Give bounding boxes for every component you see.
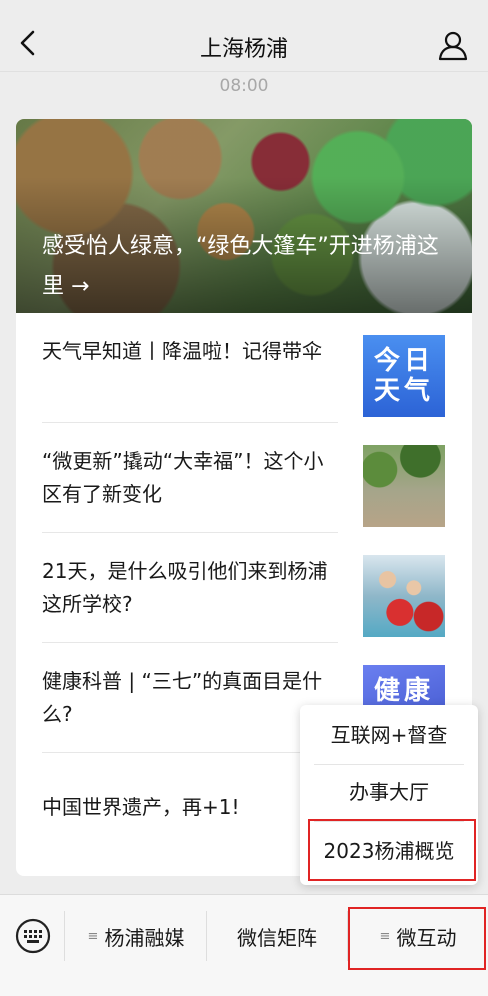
article-title: 天气早知道丨降温啦！记得带伞 <box>42 339 322 363</box>
article-item-weather[interactable]: 天气早知道丨降温啦！记得带伞 今日 天气 <box>16 313 472 423</box>
menu-tab-label: 杨浦融媒 <box>104 925 185 950</box>
divider <box>64 911 65 961</box>
article-item-renewal[interactable]: “微更新”撬动“大幸福”！这个小区有了新变化 <box>16 423 472 533</box>
menu-icon: ≡ <box>87 928 99 944</box>
keyboard-icon <box>15 918 51 954</box>
article-title: “微更新”撬动“大幸福”！这个小区有了新变化 <box>42 449 324 506</box>
page-title: 上海杨浦 <box>199 37 288 62</box>
menu-item-service-hall[interactable]: 办事大厅 <box>300 764 478 821</box>
person-icon <box>438 31 468 61</box>
weather-thumbnail: 今日 天气 <box>363 335 445 417</box>
menu-item-yangpu-overview[interactable]: 2023杨浦概览 <box>300 823 478 880</box>
keyboard-toggle-button[interactable] <box>14 917 52 955</box>
menu-tab-wechat-matrix[interactable]: 微信矩阵 <box>207 909 347 963</box>
submenu-popup: 互联网+督查 办事大厅 2023杨浦概览 <box>300 705 478 885</box>
article-title: 21天，是什么吸引他们来到杨浦这所学校? <box>42 559 328 616</box>
article-title: 健康科普 | “三七”的真面目是什么? <box>42 669 323 726</box>
article-title: 中国世界遗产，再+1! <box>42 795 240 819</box>
top-navigation-bar: 上海杨浦 <box>0 0 488 72</box>
thumbnail-text: 天气 <box>373 376 434 406</box>
school-thumbnail <box>363 555 445 637</box>
garden-thumbnail <box>363 445 445 527</box>
menu-tab-micro-interaction[interactable]: ≡ 微互动 <box>348 909 488 963</box>
menu-tab-yangpu-media[interactable]: ≡ 杨浦融媒 <box>66 909 206 963</box>
menu-icon: ≡ <box>379 928 391 944</box>
divider <box>314 821 464 822</box>
bottom-menu-bar: ≡ 杨浦融媒 微信矩阵 ≡ 微互动 <box>0 894 488 996</box>
menu-item-internet-supervision[interactable]: 互联网+督查 <box>300 707 478 764</box>
thumbnail-text: 今日 <box>373 346 434 376</box>
message-timestamp: 08:00 <box>219 76 269 96</box>
hero-article[interactable]: 感受怡人绿意，“绿色大篷车”开进杨浦这里 → <box>16 119 472 313</box>
menu-tab-label: 微互动 <box>396 925 457 950</box>
hero-title: 感受怡人绿意，“绿色大篷车”开进杨浦这里 → <box>42 234 439 299</box>
profile-button[interactable] <box>436 28 470 62</box>
thumbnail-text: 健康 <box>373 676 434 706</box>
menu-tab-label: 微信矩阵 <box>237 925 317 950</box>
article-item-school[interactable]: 21天，是什么吸引他们来到杨浦这所学校? <box>16 533 472 643</box>
